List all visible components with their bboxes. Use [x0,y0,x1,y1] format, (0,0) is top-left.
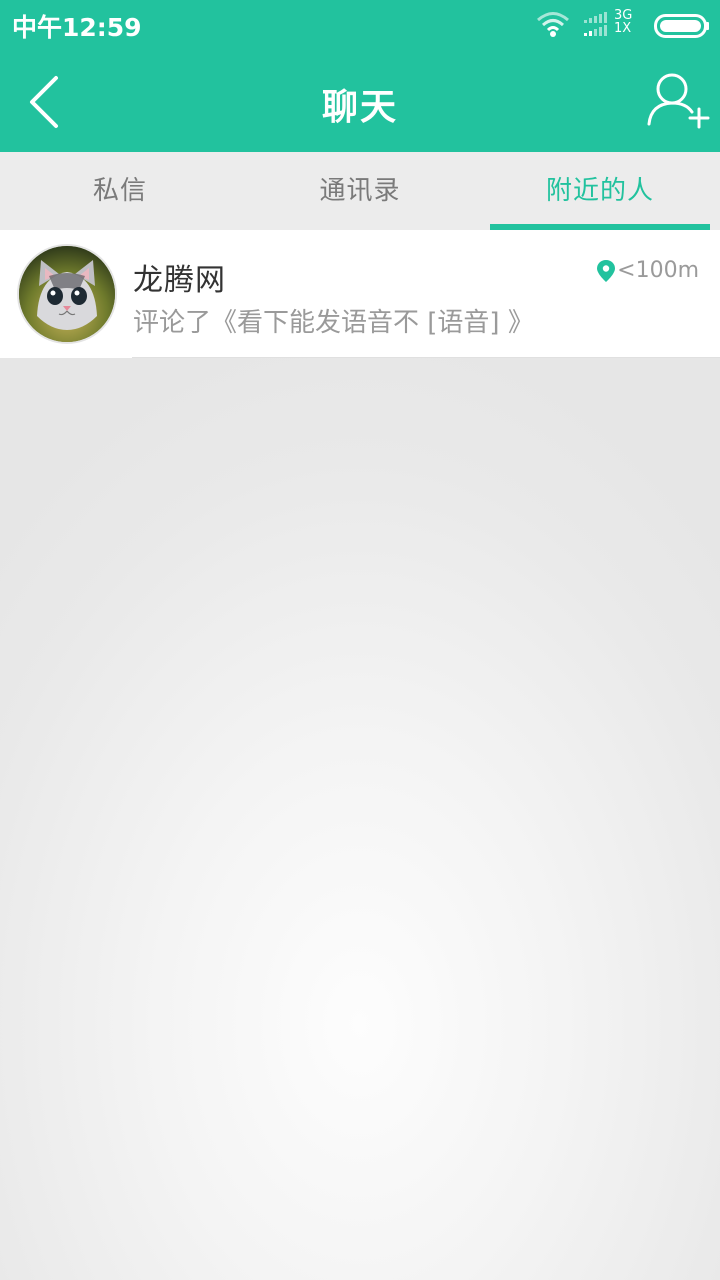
network-label: 3G 1X [614,9,634,35]
distance: <100m [617,258,699,283]
signal-icon [582,12,612,42]
add-friend-button[interactable] [646,72,710,132]
avatar[interactable] [17,244,117,344]
wifi-icon [536,10,570,42]
last-message: 评论了《看下能发语音不 [语音] 》 [133,308,534,338]
status-bar: 中午12:59 3G 1X [0,0,720,52]
list-item[interactable]: 龙腾网 <100m 评论了《看下能发语音不 [语音] 》 [0,230,720,358]
user-name: 龙腾网 [133,263,226,298]
status-time: 中午12:59 [12,13,142,42]
tab-bar: 私信 通讯录 附近的人 [0,152,720,230]
network-speed: 1X [614,21,632,36]
tab-contacts[interactable]: 通讯录 [240,152,480,230]
kitten-avatar-image [19,246,115,342]
page-title: 聊天 [321,87,398,128]
battery-icon [654,14,710,42]
location-pin-icon [596,259,616,287]
add-user-icon [647,73,710,129]
nearby-list: 龙腾网 <100m 评论了《看下能发语音不 [语音] 》 [0,230,720,358]
tab-private-messages[interactable]: 私信 [0,152,240,230]
title-bar: 聊天 [0,52,720,152]
tab-nearby-people[interactable]: 附近的人 [480,152,720,230]
